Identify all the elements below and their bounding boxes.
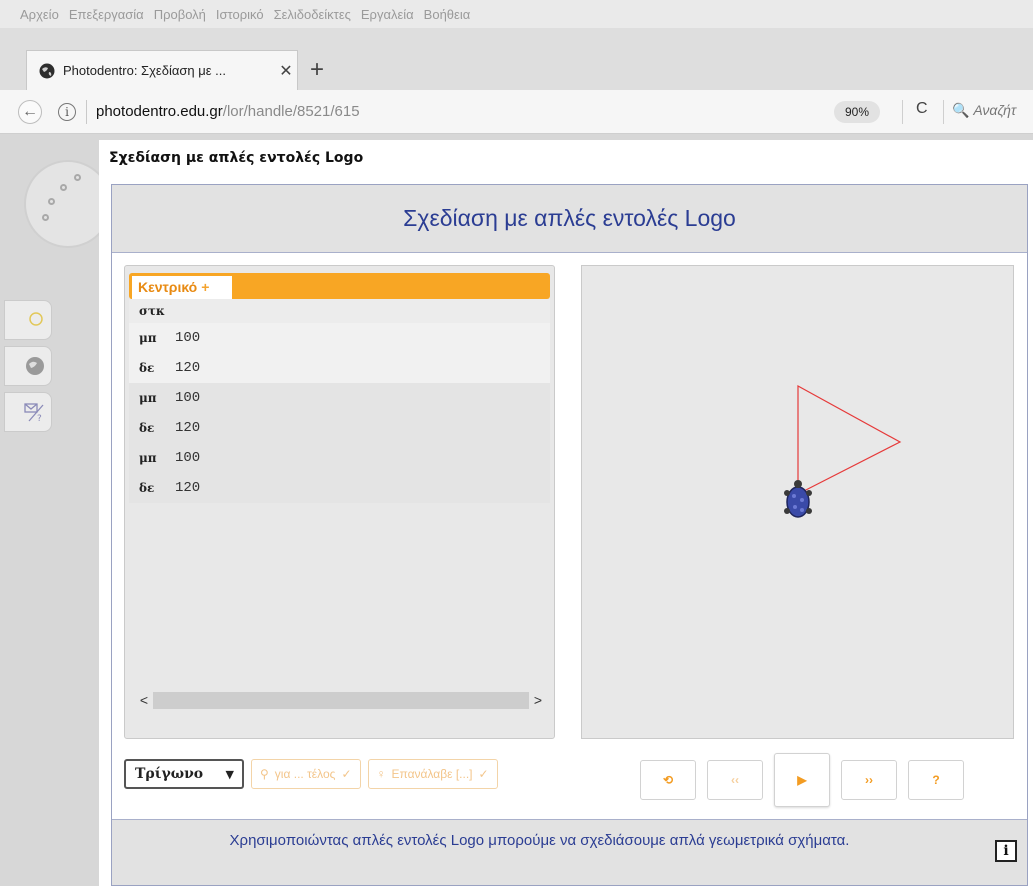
menu-bookmarks[interactable]: Σελιδοδείκτες — [274, 7, 351, 22]
check-icon: ✓ — [341, 767, 352, 781]
player-controls: ⟲ ‹‹ ▶ ›› ? — [640, 753, 964, 807]
back-button[interactable]: ← — [18, 100, 42, 124]
code-line[interactable]: μπ 100 — [129, 443, 550, 473]
code-argument: 120 — [175, 420, 201, 436]
logo-dot — [48, 198, 55, 205]
step-back-button[interactable]: ‹‹ — [707, 760, 763, 800]
url-divider — [86, 100, 87, 124]
code-argument: 100 — [175, 330, 201, 346]
code-line[interactable]: μπ 100 — [129, 383, 550, 413]
url-domain: photodentro.edu.gr — [96, 103, 223, 120]
horizontal-scrollbar[interactable]: < > — [135, 690, 547, 710]
mail-question-icon: ? — [24, 403, 44, 423]
code-tab-bar: Κεντρικό + — [129, 273, 550, 299]
url-bar[interactable]: photodentro.edu.gr/lor/handle/8521/615 — [96, 103, 360, 120]
url-path: /lor/handle/8521/615 — [222, 103, 360, 120]
shape-select[interactable]: Τρίγωνο ▼ — [124, 759, 244, 789]
code-command: μπ — [139, 451, 157, 465]
code-line[interactable]: δε 120 — [129, 413, 550, 443]
code-argument: 100 — [175, 390, 201, 406]
navigation-bar: ← i photodentro.edu.gr/lor/handle/8521/6… — [0, 90, 1033, 134]
bulb-icon: ♀ — [376, 767, 386, 781]
tab-close-icon[interactable]: ✕ — [275, 61, 297, 81]
code-command: δε — [139, 481, 155, 495]
footer-description: Χρησιμοποιώντας απλές εντολές Logo μπορο… — [229, 832, 850, 849]
search-placeholder: Αναζήτ — [973, 102, 1017, 118]
code-line[interactable]: δε 120 — [129, 473, 550, 503]
logo-dot — [74, 174, 81, 181]
tab-main[interactable]: Κεντρικό + — [131, 275, 233, 299]
zoom-level-badge[interactable]: 90% — [834, 101, 880, 123]
search-icon: 🔍 — [952, 102, 970, 118]
nav-divider — [902, 100, 903, 124]
triangle-path — [797, 384, 902, 495]
scroll-right-arrow[interactable]: > — [529, 692, 547, 708]
side-button-globe[interactable] — [4, 346, 52, 386]
browser-tab[interactable]: Photodentro: Σχεδίαση με ... ✕ — [26, 50, 298, 90]
code-argument: 100 — [175, 450, 201, 466]
code-argument: 120 — [175, 360, 201, 376]
menu-file[interactable]: Αρχείο — [20, 7, 59, 22]
app-header-title: Σχεδίαση με απλές εντολές Logo — [112, 185, 1027, 253]
code-editor[interactable]: Κεντρικό + στκ μπ 100 δε 120 μπ 100 δε 120 μπ… — [124, 265, 555, 739]
tab-title: Photodentro: Σχεδίαση με ... — [63, 63, 226, 78]
resource-modal: Σχεδίαση με απλές εντολές Logo Σχεδίαση … — [99, 140, 1033, 886]
editor-controls: Τρίγωνο ▼ ⚲ για ... τέλος ✓ ♀ Επανάλαβε … — [124, 759, 498, 789]
chevron-down-icon: ▼ — [225, 767, 234, 781]
code-command: μπ — [139, 391, 157, 405]
code-argument: 120 — [175, 480, 201, 496]
code-command: δε — [139, 361, 155, 375]
help-button[interactable]: ? — [908, 760, 964, 800]
code-line[interactable]: δε 120 — [129, 353, 550, 383]
menu-history[interactable]: Ιστορικό — [216, 7, 264, 22]
new-tab-button[interactable]: + — [310, 58, 324, 82]
svg-text:?: ? — [37, 414, 42, 423]
menu-help[interactable]: Βοήθεια — [424, 7, 471, 22]
scroll-thumb[interactable] — [153, 691, 529, 709]
code-command: μπ — [139, 331, 157, 345]
reload-icon[interactable]: C — [916, 100, 928, 118]
menu-view[interactable]: Προβολή — [154, 7, 206, 22]
modal-title: Σχεδίαση με απλές εντολές Logo — [109, 150, 364, 166]
link-icon: ⚲ — [260, 767, 269, 781]
app-footer: Χρησιμοποιώντας απλές εντολές Logo μπορο… — [112, 819, 1027, 885]
add-tab-icon[interactable]: + — [201, 279, 209, 295]
code-lines: στκ μπ 100 δε 120 μπ 100 δε 120 μπ 100 δε 120 — [129, 299, 550, 503]
logo-dot — [42, 214, 49, 221]
play-button[interactable]: ▶ — [774, 753, 830, 807]
turtle-icon — [784, 480, 812, 518]
search-input[interactable]: 🔍 Αναζήτ — [952, 102, 1016, 119]
lightbulb-icon — [29, 312, 43, 326]
nav-divider-2 — [943, 100, 944, 124]
repeat-button-label: Επανάλαβε [...] — [391, 767, 473, 781]
tab-strip: Photodentro: Σχεδίαση με ... ✕ + — [0, 28, 1033, 90]
turtle-drawing — [784, 384, 902, 518]
code-command: στκ — [139, 304, 165, 318]
globe-icon — [26, 357, 44, 375]
code-line[interactable]: στκ — [129, 299, 550, 323]
scroll-left-arrow[interactable]: < — [135, 692, 153, 708]
menu-edit[interactable]: Επεξεργασία — [69, 7, 144, 22]
tab-main-label: Κεντρικό — [138, 279, 198, 295]
repeat-button[interactable]: ♀ Επανάλαβε [...] ✓ — [367, 759, 498, 789]
side-button-light[interactable] — [4, 300, 52, 340]
globe-icon — [39, 63, 55, 78]
procedure-button[interactable]: ⚲ για ... τέλος ✓ — [251, 759, 361, 789]
code-line[interactable]: μπ 100 — [129, 323, 550, 353]
check-icon: ✓ — [478, 767, 489, 781]
logo-dot — [60, 184, 67, 191]
site-info-icon[interactable]: i — [58, 103, 76, 121]
logo-app: Σχεδίαση με απλές εντολές Logo Κεντρικό +… — [111, 184, 1028, 886]
procedure-button-label: για ... τέλος — [274, 767, 336, 781]
turtle-canvas[interactable] — [581, 265, 1014, 739]
side-button-feedback[interactable]: ? — [4, 392, 52, 432]
step-forward-button[interactable]: ›› — [841, 760, 897, 800]
reset-button[interactable]: ⟲ — [640, 760, 696, 800]
menu-tools[interactable]: Εργαλεία — [361, 7, 414, 22]
code-command: δε — [139, 421, 155, 435]
browser-menubar: Αρχείο Επεξεργασία Προβολή Ιστορικό Σελι… — [0, 0, 1033, 28]
shape-select-value: Τρίγωνο — [135, 766, 204, 782]
info-icon[interactable]: i — [995, 840, 1017, 862]
